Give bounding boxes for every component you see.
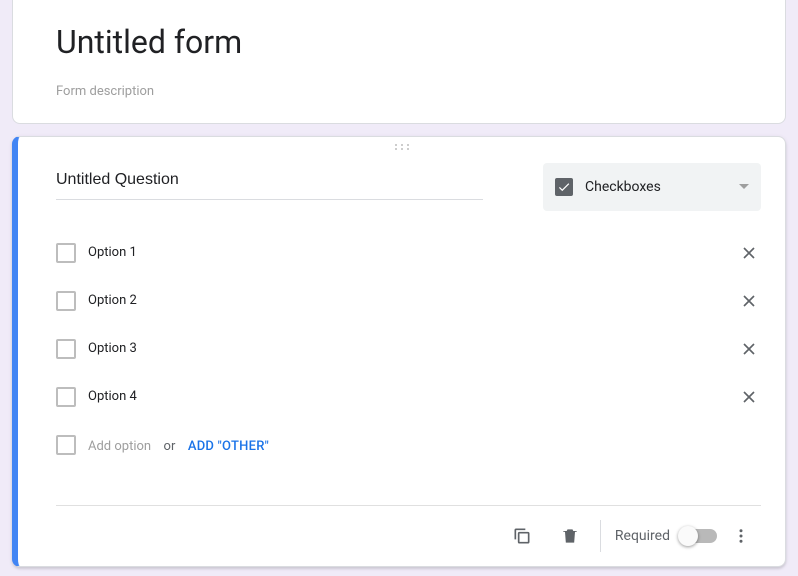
add-option-text[interactable]: Add option or ADD "OTHER" [88,435,269,454]
question-type-selector[interactable]: Checkboxes [543,163,761,211]
remove-option-button[interactable] [737,241,761,265]
option-label[interactable]: Option 1 [88,245,737,260]
required-toggle[interactable] [680,529,717,543]
divider [600,520,601,552]
question-title-wrap [56,163,483,200]
remove-option-button[interactable] [737,385,761,409]
form-title[interactable]: Untitled form [56,22,761,64]
add-other-button[interactable]: ADD "OTHER" [188,439,269,454]
delete-button[interactable] [546,516,594,556]
form-description-placeholder[interactable]: Form description [56,84,761,99]
option-row: Option 4 [56,373,761,421]
option-row: Option 1 [56,229,761,277]
chevron-down-icon [739,184,749,189]
option-label[interactable]: Option 3 [88,341,737,356]
question-top-row: Checkboxes [56,163,761,211]
checkbox-icon [555,178,573,196]
option-label[interactable]: Option 2 [88,293,737,308]
question-title-input[interactable] [56,163,483,200]
checkbox-outline-icon [56,339,76,359]
duplicate-button[interactable] [498,516,546,556]
option-label[interactable]: Option 4 [88,389,737,404]
form-header-card: Untitled form Form description [12,0,786,124]
question-card: Checkboxes Option 1 Option 2 [12,136,786,567]
more-options-button[interactable] [721,516,761,556]
question-footer: Required [56,505,761,566]
checkbox-outline-icon [56,387,76,407]
add-option-row: Add option or ADD "OTHER" [56,421,761,469]
checkbox-outline-icon [56,243,76,263]
remove-option-button[interactable] [737,337,761,361]
drag-handle-icon[interactable] [18,137,785,155]
option-row: Option 3 [56,325,761,373]
question-type-label: Checkboxes [585,179,739,195]
required-label: Required [615,528,670,544]
checkbox-outline-icon [56,291,76,311]
question-body: Checkboxes Option 1 Option 2 [18,155,785,566]
checkbox-outline-icon [56,435,76,455]
option-row: Option 2 [56,277,761,325]
toggle-thumb [678,526,698,546]
options-list: Option 1 Option 2 Option 3 [56,229,761,481]
remove-option-button[interactable] [737,289,761,313]
